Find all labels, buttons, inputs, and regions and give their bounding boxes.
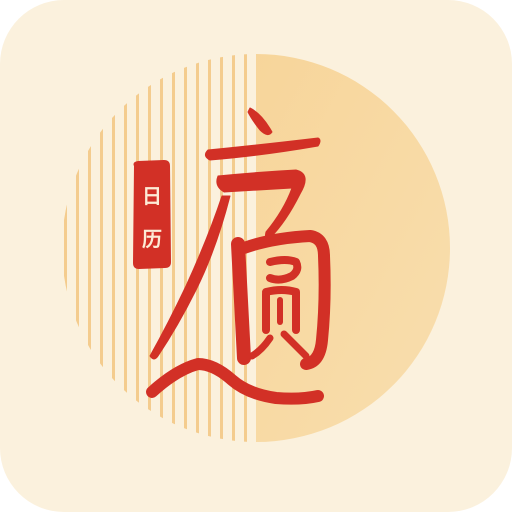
calendar-app-icon[interactable]: 日 历 <box>0 0 512 512</box>
seal-char-bottom: 历 <box>142 227 162 251</box>
seal-char-top: 日 <box>142 184 162 208</box>
seal-stamp: 日 历 <box>133 160 171 269</box>
app-icon-wrapper: 日 历 <box>0 0 512 512</box>
